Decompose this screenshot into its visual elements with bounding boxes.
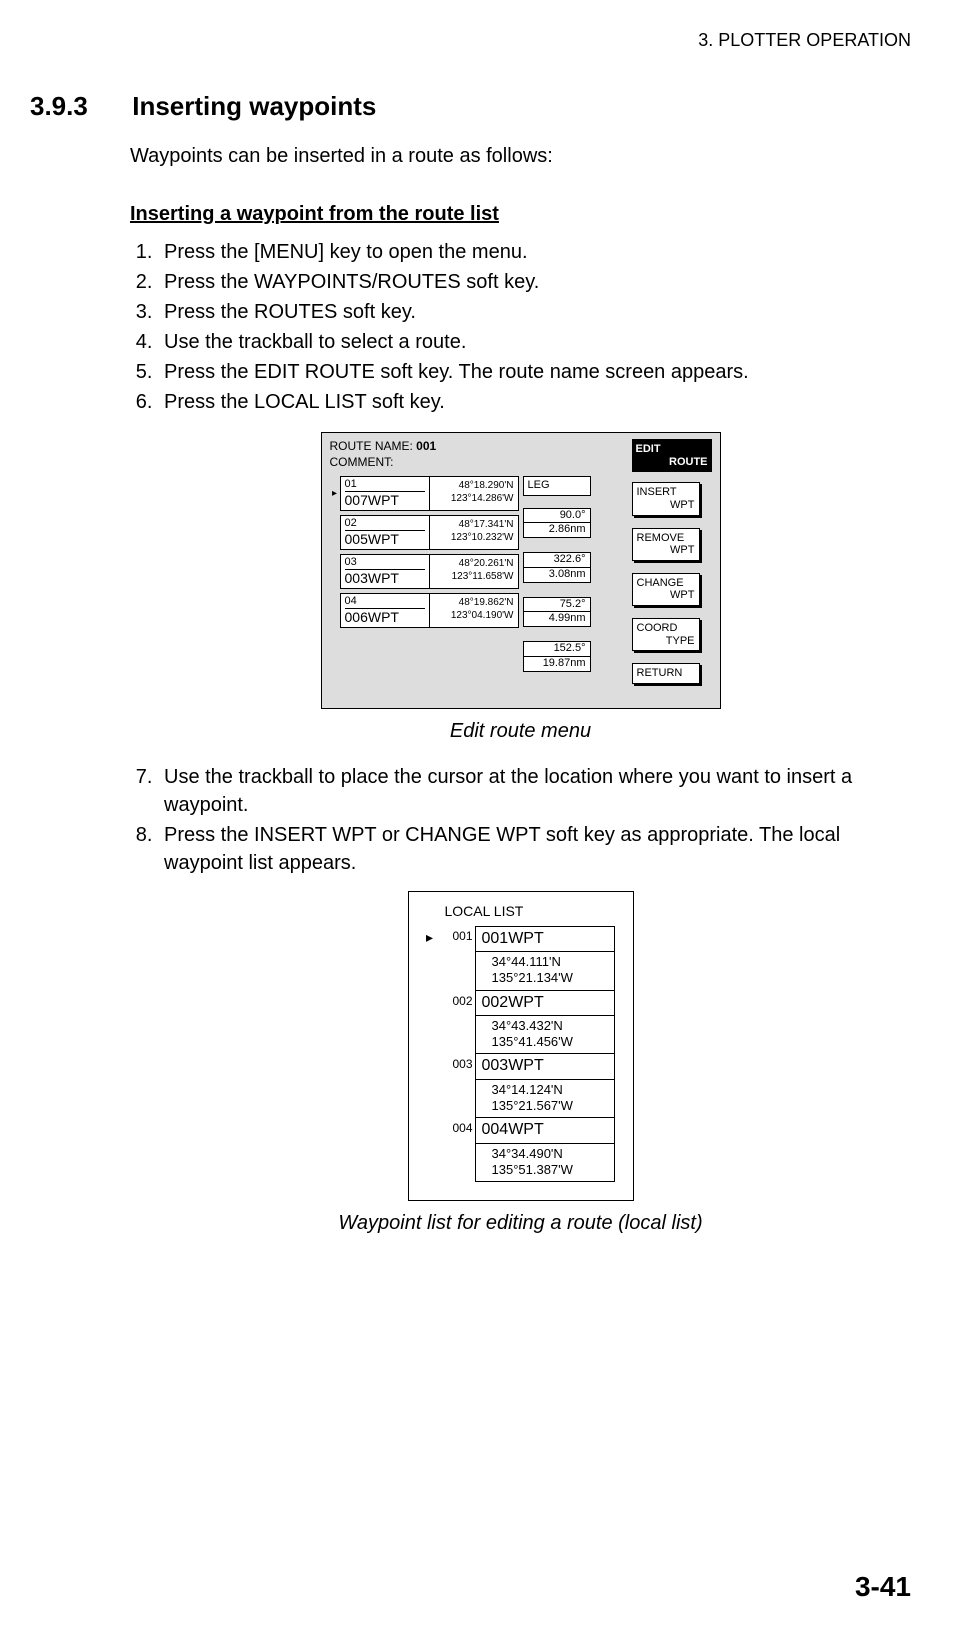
wpt-seq: 04 (345, 595, 425, 609)
subheading-insert-from-list: Inserting a waypoint from the route list (130, 200, 911, 228)
figure-caption-2: Waypoint list for editing a route (local… (130, 1209, 911, 1237)
softkey-change-wpt[interactable]: CHANGE WPT (632, 573, 700, 606)
leg-header: LEG (523, 476, 591, 495)
figure-caption-1: Edit route menu (130, 717, 911, 745)
section-number: 3.9.3 (30, 91, 125, 122)
wpt-name: 003WPT (345, 570, 425, 587)
step-item: Press the EDIT ROUTE soft key. The route… (158, 358, 911, 386)
section-heading: 3.9.3 Inserting waypoints (30, 91, 911, 122)
wpt-coords: 48°19.862'N 123°04.190'W (429, 593, 519, 628)
local-item-coords: 34°43.432'N 135°41.456'W (476, 1016, 614, 1054)
softkey-return[interactable]: RETURN (632, 663, 700, 684)
local-item-name: 002WPT (476, 991, 614, 1016)
wpt-seq: 02 (345, 517, 425, 531)
local-item-num: 002 (439, 991, 475, 1010)
comment-label: COMMENT: (330, 455, 394, 469)
local-item-coords: 34°14.124'N 135°21.567'W (476, 1080, 614, 1118)
leg-box: 152.5° 19.87nm (523, 641, 591, 672)
wpt-name: 006WPT (345, 609, 425, 626)
local-item-coords: 34°44.111'N 135°21.134'W (476, 952, 614, 990)
running-header: 3. PLOTTER OPERATION (30, 30, 911, 51)
pointer-icon: ▸ (330, 476, 340, 511)
softkey-insert-wpt[interactable]: INSERT WPT (632, 482, 700, 515)
steps-list-1: Press the [MENU] key to open the menu. P… (130, 238, 911, 416)
wpt-name: 007WPT (345, 492, 425, 509)
wpt-coords: 48°20.261'N 123°11.658'W (429, 554, 519, 589)
local-item-num: 003 (439, 1054, 475, 1073)
local-item-name: 004WPT (476, 1118, 614, 1143)
route-row[interactable]: 02 005WPT 48°17.341'N 123°10.232'W (330, 515, 519, 550)
step-item: Press the INSERT WPT or CHANGE WPT soft … (158, 821, 911, 877)
step-item: Press the [MENU] key to open the menu. (158, 238, 911, 266)
route-row[interactable]: ▸ 01 007WPT 48°18.290'N 123°14.286'W (330, 476, 519, 511)
leg-box: 90.0° 2.86nm (523, 508, 591, 539)
section-title: Inserting waypoints (132, 91, 376, 121)
local-list-title: LOCAL LIST (445, 902, 615, 922)
wpt-name: 005WPT (345, 531, 425, 548)
softkey-remove-wpt[interactable]: REMOVE WPT (632, 528, 700, 561)
page-number: 3-41 (855, 1571, 911, 1603)
leg-box: 75.2° 4.99nm (523, 597, 591, 628)
softkey-title: EDIT ROUTE (632, 439, 712, 472)
intro-text: Waypoints can be inserted in a route as … (130, 142, 911, 170)
leg-box: 322.6° 3.08nm (523, 552, 591, 583)
step-item: Use the trackball to place the cursor at… (158, 763, 911, 819)
step-item: Press the WAYPOINTS/ROUTES soft key. (158, 268, 911, 296)
local-list-row[interactable]: 003 003WPT 34°14.124'N 135°21.567'W (421, 1054, 615, 1118)
figure-local-list: LOCAL LIST ▸ 001 001WPT 34°44.111'N 135°… (408, 891, 634, 1201)
steps-list-2: Use the trackball to place the cursor at… (130, 763, 911, 877)
route-header: ROUTE NAME: 001 COMMENT: (330, 439, 624, 470)
local-item-name: 003WPT (476, 1054, 614, 1079)
step-item: Press the ROUTES soft key. (158, 298, 911, 326)
route-name-label: ROUTE NAME: (330, 439, 417, 453)
local-item-coords: 34°34.490'N 135°51.387'W (476, 1144, 614, 1182)
local-list-row[interactable]: 002 002WPT 34°43.432'N 135°41.456'W (421, 991, 615, 1055)
wpt-coords: 48°17.341'N 123°10.232'W (429, 515, 519, 550)
local-item-name: 001WPT (476, 927, 614, 952)
pointer-icon: ▸ (421, 926, 439, 948)
step-item: Press the LOCAL LIST soft key. (158, 388, 911, 416)
wpt-seq: 03 (345, 556, 425, 570)
route-row[interactable]: 04 006WPT 48°19.862'N 123°04.190'W (330, 593, 519, 628)
route-name-value: 001 (416, 439, 436, 453)
wpt-seq: 01 (345, 478, 425, 492)
figure-edit-route: ROUTE NAME: 001 COMMENT: ▸ 01 007WP (321, 432, 721, 709)
local-list-row[interactable]: ▸ 001 001WPT 34°44.111'N 135°21.134'W (421, 926, 615, 991)
local-list-row[interactable]: 004 004WPT 34°34.490'N 135°51.387'W (421, 1118, 615, 1182)
route-row[interactable]: 03 003WPT 48°20.261'N 123°11.658'W (330, 554, 519, 589)
local-item-num: 001 (439, 926, 475, 945)
wpt-coords: 48°18.290'N 123°14.286'W (429, 476, 519, 511)
step-item: Use the trackball to select a route. (158, 328, 911, 356)
local-item-num: 004 (439, 1118, 475, 1137)
softkey-coord-type[interactable]: COORD TYPE (632, 618, 700, 651)
